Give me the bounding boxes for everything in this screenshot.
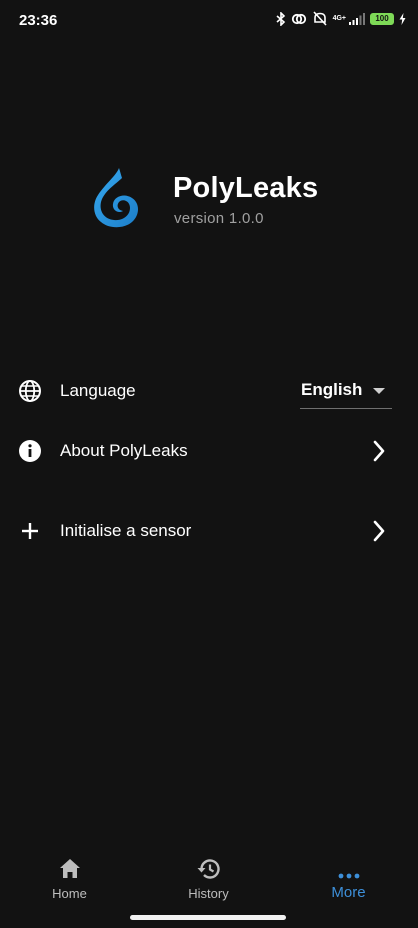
- about-label: About PolyLeaks: [60, 441, 188, 460]
- bottom-navigation: Home History More: [0, 850, 418, 910]
- bluetooth-icon: [276, 11, 285, 26]
- nav-more-label: More: [331, 884, 366, 901]
- language-selected-value: English: [301, 380, 363, 399]
- status-time: 23:36: [19, 12, 58, 29]
- network-type: 4G+: [332, 15, 346, 22]
- app-version: version 1.0.0: [174, 210, 264, 227]
- initialise-sensor-row[interactable]: Initialise a sensor: [0, 506, 418, 556]
- globe-icon: [19, 380, 41, 402]
- link-icon: [291, 13, 306, 24]
- info-icon: [19, 440, 41, 462]
- about-row[interactable]: About PolyLeaks: [0, 426, 418, 476]
- nav-history-label: History: [188, 886, 229, 901]
- language-row: Language English: [0, 366, 418, 416]
- initialise-sensor-label: Initialise a sensor: [60, 521, 192, 540]
- app-name: PolyLeaks: [173, 172, 319, 204]
- mute-icon: [312, 11, 327, 26]
- language-dropdown[interactable]: English: [300, 374, 392, 409]
- chevron-right-icon: [373, 440, 385, 462]
- history-icon: [197, 859, 220, 879]
- language-label: Language: [60, 381, 136, 400]
- polyleaks-logo-icon: [94, 168, 138, 228]
- nav-more[interactable]: More: [279, 850, 418, 910]
- nav-home[interactable]: Home: [0, 850, 139, 910]
- more-dots-icon: [338, 873, 360, 879]
- nav-home-label: Home: [52, 886, 87, 901]
- home-indicator[interactable]: [130, 915, 286, 920]
- home-icon: [60, 859, 80, 878]
- nav-history[interactable]: History: [139, 850, 278, 910]
- charging-icon: [399, 12, 406, 25]
- battery-icon: 100: [370, 12, 394, 25]
- app-branding: PolyLeaks version 1.0.0: [92, 166, 352, 236]
- status-bar: 23:36 4G+ 100: [0, 0, 418, 40]
- signal-icon: [349, 12, 365, 25]
- status-icons: 4G+ 100: [276, 11, 406, 26]
- chevron-right-icon: [373, 520, 385, 542]
- dropdown-caret-icon: [373, 388, 385, 394]
- plus-icon: [22, 523, 38, 539]
